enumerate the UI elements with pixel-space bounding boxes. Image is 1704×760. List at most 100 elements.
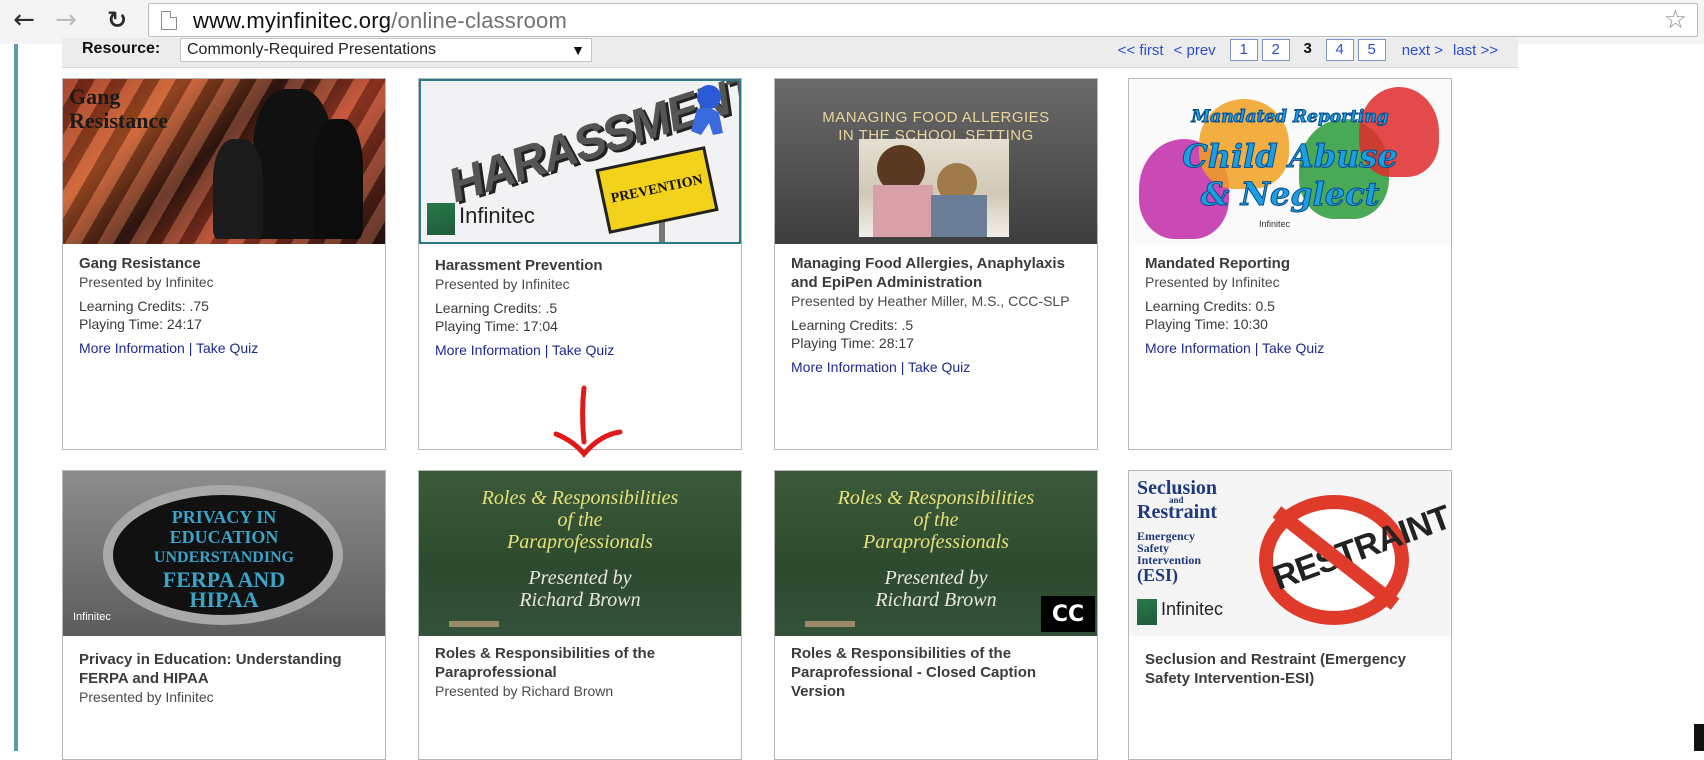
thumbnail-presenter: Presented by — [528, 567, 632, 589]
url-host: www.myinfinitec.org — [193, 8, 392, 33]
card-presenter: Presented by Infinitec — [79, 689, 214, 705]
back-arrow-icon[interactable]: ← — [10, 5, 38, 35]
infinitec-logo: Infinitec — [427, 199, 577, 239]
thumbnail-subtitle: & Neglect — [1200, 175, 1380, 214]
take-quiz-link[interactable]: Take Quiz — [908, 359, 970, 375]
pager-prev-link[interactable]: < prev — [1174, 42, 1216, 59]
infinitec-logo: Infinitec — [73, 611, 111, 623]
card-title: Privacy in Education: Understanding FERP… — [79, 651, 342, 687]
presentation-thumbnail[interactable]: PRIVACY IN EDUCATION UNDERSTANDING FERPA… — [63, 471, 385, 636]
annotation-arrow-icon — [553, 385, 623, 458]
dropdown-caret-icon: ▼ — [571, 42, 585, 58]
more-information-link[interactable]: More Information — [79, 340, 185, 356]
card-presenter: Presented by Infinitec — [79, 274, 214, 290]
thumbnail-title: PRIVACY IN — [171, 507, 277, 527]
more-information-link[interactable]: More Information — [791, 359, 897, 375]
scrollbar-edge[interactable] — [1694, 724, 1704, 751]
card-presenter: Presented by Infinitec — [1145, 274, 1280, 290]
infinitec-logo: Infinitec — [1259, 219, 1291, 229]
card-credits: Learning Credits: .5 — [791, 317, 914, 333]
closed-caption-icon: CC — [1041, 596, 1095, 632]
take-quiz-link[interactable]: Take Quiz — [196, 340, 258, 356]
pager-page-2[interactable]: 2 — [1261, 39, 1290, 61]
pager-page-4[interactable]: 4 — [1325, 39, 1354, 61]
url-path: /online-classroom — [391, 8, 568, 33]
presentation-card: Roles & Responsibilities of the Paraprof… — [418, 470, 742, 760]
bookmark-star-icon[interactable]: ☆ — [1664, 5, 1687, 35]
thumbnail-title-line: of the — [557, 509, 603, 531]
pager-first-link[interactable]: << first — [1118, 42, 1164, 59]
pager-current-page: 3 — [1303, 40, 1312, 57]
link-separator: | — [540, 342, 552, 358]
pagination: << first < prev 1 2 3 4 5 next > last >> — [1118, 38, 1498, 62]
card-title: Managing Food Allergies, Anaphylaxis and… — [791, 255, 1065, 291]
thumbnail-title-line: Paraprofessionals — [863, 531, 1009, 553]
card-presenter: Presented by Richard Brown — [435, 683, 614, 699]
resource-select[interactable]: Commonly-Required Presentations ▼ — [180, 38, 592, 62]
card-title: Harassment Prevention — [435, 257, 603, 274]
left-page-border — [0, 44, 18, 751]
card-credits: Learning Credits: .75 — [79, 298, 209, 314]
figure-icon — [691, 85, 723, 135]
forward-arrow-icon[interactable]: → — [52, 5, 80, 35]
card-title: Roles & Responsibilities of the Paraprof… — [791, 645, 1037, 700]
thumbnail-title-line: of the — [913, 509, 959, 531]
card-title: Seclusion and Restraint (Emergency Safet… — [1145, 651, 1406, 687]
thumbnail-presenter: Richard Brown — [519, 589, 641, 611]
thumbnail-title-line: EDUCATION — [169, 527, 279, 547]
presentation-thumbnail[interactable]: Gang Resistance — [63, 79, 385, 244]
card-playing-time: Playing Time: 24:17 — [79, 316, 202, 332]
presentation-card: Seclusion and Restraint Emergency Safety… — [1128, 470, 1452, 760]
thumbnail-title-line: Paraprofessionals — [507, 531, 653, 553]
presentation-thumbnail[interactable]: Mandated Reporting Child Abuse & Neglect… — [1129, 79, 1451, 244]
thumbnail-presenter: Presented by — [884, 567, 988, 589]
card-credits: Learning Credits: .5 — [435, 300, 558, 316]
presentation-thumbnail[interactable]: MANAGING FOOD ALLERGIES IN THE SCHOOL SET… — [775, 79, 1097, 244]
thumbnail-title: Gang Resistance — [69, 84, 168, 133]
reload-icon[interactable]: ↻ — [102, 6, 132, 34]
presentation-thumbnail[interactable]: Roles & Responsibilities of the Paraprof… — [775, 471, 1097, 636]
address-bar[interactable]: www.myinfinitec.org/online-classroom ☆ — [148, 3, 1698, 37]
thumbnail-title: Roles & Responsibilities — [481, 487, 679, 509]
pager-last-link[interactable]: last >> — [1453, 42, 1498, 59]
card-playing-time: Playing Time: 28:17 — [791, 335, 914, 351]
presentation-card: Gang Resistance Gang Resistance Presented… — [62, 78, 386, 450]
presentation-thumbnail[interactable]: Roles & Responsibilities of the Paraprof… — [419, 471, 741, 636]
url-text[interactable]: www.myinfinitec.org/online-classroom — [193, 8, 567, 34]
take-quiz-link[interactable]: Take Quiz — [552, 342, 614, 358]
infinitec-logo: Infinitec — [1137, 595, 1287, 635]
resource-label: Resource: — [82, 40, 161, 57]
link-separator: | — [896, 359, 908, 375]
card-playing-time: Playing Time: 10:30 — [1145, 316, 1268, 332]
pager-next-link[interactable]: next > — [1402, 42, 1443, 59]
presentation-card: MANAGING FOOD ALLERGIES IN THE SCHOOL SET… — [774, 78, 1098, 450]
card-presenter: Presented by Infinitec — [435, 276, 570, 292]
thumbnail-title: Roles & Responsibilities — [837, 487, 1035, 509]
link-separator: | — [184, 340, 196, 356]
thumbnail-subtitle: (ESI) — [1137, 565, 1179, 585]
resource-select-value: Commonly-Required Presentations — [187, 41, 436, 58]
card-title: Mandated Reporting — [1145, 255, 1290, 272]
card-presenter: Presented by Heather Miller, M.S., CCC-S… — [791, 293, 1070, 309]
more-information-link[interactable]: More Information — [435, 342, 541, 358]
more-information-link[interactable]: More Information — [1145, 340, 1251, 356]
presentation-card: PRIVACY IN EDUCATION UNDERSTANDING FERPA… — [62, 470, 386, 760]
card-credits: Learning Credits: 0.5 — [1145, 298, 1275, 314]
take-quiz-link[interactable]: Take Quiz — [1262, 340, 1324, 356]
thumbnail-subtitle: Child Abuse — [1182, 137, 1398, 176]
presentation-thumbnail[interactable]: Seclusion and Restraint Emergency Safety… — [1129, 471, 1451, 636]
page-icon — [161, 11, 177, 30]
thumbnail-title-line: Restraint — [1137, 501, 1217, 523]
pager-page-5[interactable]: 5 — [1357, 39, 1386, 61]
resource-toolbar: Resource: Commonly-Required Presentation… — [62, 38, 1518, 68]
presentation-card: Mandated Reporting Child Abuse & Neglect… — [1128, 78, 1452, 450]
thumbnail-title: Mandated Reporting — [1191, 107, 1389, 128]
link-separator: | — [1250, 340, 1262, 356]
card-playing-time: Playing Time: 17:04 — [435, 318, 558, 334]
thumbnail-photo — [859, 139, 1009, 237]
pager-page-1[interactable]: 1 — [1229, 39, 1258, 61]
thumbnail-title-line: UNDERSTANDING — [153, 549, 295, 566]
card-title: Roles & Responsibilities of the Paraprof… — [435, 645, 656, 681]
presentation-card: Roles & Responsibilities of the Paraprof… — [774, 470, 1098, 760]
presentation-thumbnail[interactable]: HARASSMENT PREVENTION Infinitec — [419, 79, 741, 244]
